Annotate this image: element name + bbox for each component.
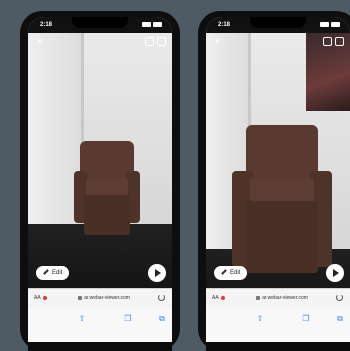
close-icon[interactable]: ✕	[36, 37, 43, 46]
edit-button[interactable]: Edit	[214, 266, 248, 280]
tabs-icon[interactable]: ⧉	[336, 315, 344, 323]
url-label: ar.webar-viewer.com	[84, 295, 130, 301]
browser-toolbar: ⇧ ❐ ⧉	[206, 308, 350, 342]
reload-icon[interactable]	[158, 294, 165, 301]
recording-icon	[220, 295, 225, 300]
phone-frame: 2:18 ✕ Edit AA ar.webar-viewer.com ⇧ ❐ ⧉	[198, 11, 350, 351]
frame-icon[interactable]	[157, 37, 166, 46]
edit-button[interactable]: Edit	[36, 266, 70, 280]
play-button[interactable]	[326, 264, 344, 282]
frame-icon[interactable]	[335, 37, 344, 46]
pencil-icon	[43, 269, 49, 276]
aa-label: AA	[212, 295, 219, 301]
url-text: ar.webar-viewer.com	[54, 295, 154, 301]
armchair-3d-model[interactable]	[74, 141, 140, 241]
lock-icon	[78, 295, 83, 300]
phone-frame: 2:18 ✕ Edit AA ar.webar-viewer.com ⇧ ❐ ⧉	[20, 11, 180, 351]
phone-screen: 2:18 ✕ Edit AA ar.webar-viewer.com ⇧ ❐ ⧉	[206, 17, 350, 351]
close-icon[interactable]: ✕	[214, 37, 221, 46]
edit-label: Edit	[230, 270, 241, 276]
armchair-3d-model[interactable]	[232, 125, 332, 281]
aa-button[interactable]: AA	[212, 295, 225, 301]
share-icon[interactable]: ⇧	[256, 315, 264, 323]
screenshot-icon[interactable]	[320, 37, 344, 48]
notch	[250, 17, 306, 28]
url-text: ar.webar-viewer.com	[232, 295, 332, 301]
url-label: ar.webar-viewer.com	[262, 295, 308, 301]
share-icon[interactable]: ⇧	[78, 315, 86, 323]
signal-battery-icon	[318, 22, 340, 28]
book-icon[interactable]: ❐	[124, 315, 132, 323]
book-icon[interactable]: ❐	[302, 315, 310, 323]
notch	[72, 17, 128, 28]
edit-label: Edit	[52, 270, 63, 276]
phone-screen: 2:18 ✕ Edit AA ar.webar-viewer.com ⇧ ❐ ⧉	[28, 17, 172, 351]
signal-battery-icon	[140, 22, 162, 28]
browser-toolbar: ⇧ ❐ ⧉	[28, 308, 172, 342]
reload-icon[interactable]	[336, 294, 343, 301]
address-bar[interactable]: AA ar.webar-viewer.com	[206, 288, 350, 308]
status-bar: 2:18	[28, 17, 172, 33]
status-time: 2:18	[40, 22, 53, 28]
aa-label: AA	[34, 295, 41, 301]
screenshot-icon[interactable]	[142, 37, 166, 48]
status-time: 2:18	[218, 22, 231, 28]
recording-icon	[42, 295, 47, 300]
play-button[interactable]	[148, 264, 166, 282]
lock-icon	[256, 295, 261, 300]
aa-button[interactable]: AA	[34, 295, 47, 301]
address-bar[interactable]: AA ar.webar-viewer.com	[28, 288, 172, 308]
pencil-icon	[221, 269, 227, 276]
tabs-icon[interactable]: ⧉	[158, 315, 166, 323]
status-bar: 2:18	[206, 17, 350, 33]
